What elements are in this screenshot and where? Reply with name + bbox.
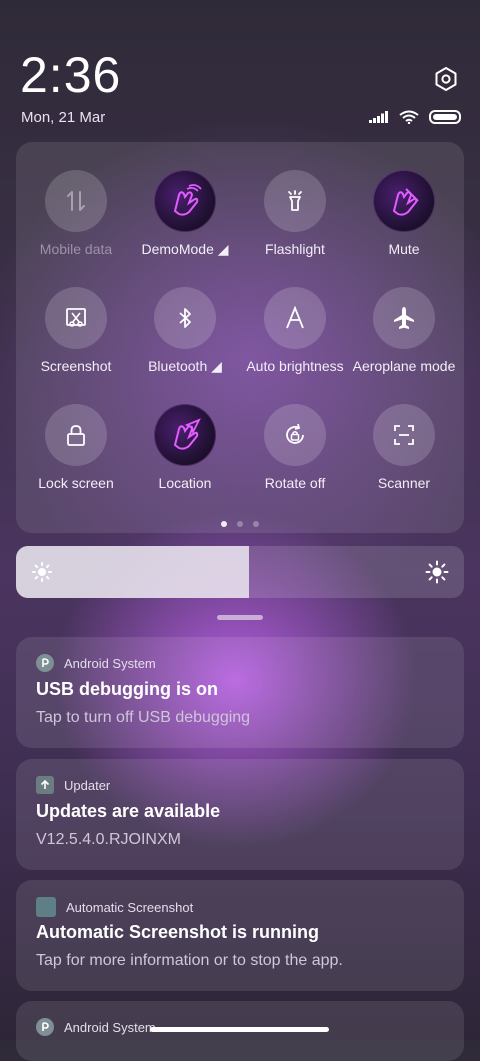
brightness-low-icon (32, 562, 52, 582)
rotate-icon (286, 423, 304, 444)
tile-mute[interactable]: Mute (349, 170, 459, 257)
quick-settings-panel: Mobile data DemoMode ◢ Flashlight Mute S… (16, 142, 464, 533)
tile-mobile-data[interactable]: Mobile data (21, 170, 131, 257)
home-gesture-bar[interactable] (150, 1027, 329, 1032)
tile-location[interactable]: Location (130, 404, 240, 491)
scanner-icon (394, 425, 414, 445)
page-dot (237, 521, 243, 527)
tile-label: Scanner (377, 475, 431, 491)
tile-label: Mute (388, 241, 420, 257)
tile-lock-screen[interactable]: Lock screen (21, 404, 131, 491)
android-system-icon (36, 1018, 54, 1036)
notification-automatic-screenshot[interactable]: Automatic Screenshot Automatic Screensho… (16, 880, 464, 991)
mute-icon (392, 188, 419, 216)
status-bar-icons (369, 110, 461, 124)
auto-brightness-icon (286, 305, 304, 329)
tile-screenshot[interactable]: Screenshot (21, 287, 131, 374)
page-dot (253, 521, 259, 527)
tile-label: Mobile data (39, 241, 113, 257)
tile-label: Screenshot (40, 358, 112, 374)
updater-icon (36, 776, 54, 794)
bluetooth-icon (179, 308, 191, 328)
drag-handle[interactable] (217, 615, 263, 620)
flashlight-icon (288, 190, 302, 211)
tile-auto-brightness[interactable]: Auto brightness (240, 287, 350, 374)
notification-title: USB debugging is on (36, 679, 218, 699)
tile-aeroplane-mode[interactable]: Aeroplane mode (349, 287, 459, 374)
notification-app-name: Android System (64, 1019, 156, 1035)
tile-label: Flashlight (265, 241, 325, 257)
tile-label: Location (158, 475, 212, 491)
brightness-high-icon (425, 560, 449, 584)
battery-icon (429, 110, 461, 124)
clock[interactable]: 2:36 (20, 46, 121, 104)
tile-rotate-off[interactable]: Rotate off (240, 404, 350, 491)
tile-demomode[interactable]: DemoMode ◢ (130, 170, 240, 258)
notification-title: Automatic Screenshot is running (36, 922, 320, 942)
page-dot-active (221, 521, 227, 527)
tile-label: Bluetooth ◢ (148, 358, 222, 374)
date[interactable]: Mon, 21 Mar (21, 109, 105, 126)
page-indicator (16, 521, 464, 527)
notification-body: Tap for more information or to stop the … (36, 952, 343, 969)
aeroplane-icon (394, 307, 414, 329)
notification-updater[interactable]: Updater Updates are available V12.5.4.0.… (16, 759, 464, 870)
tile-bluetooth[interactable]: Bluetooth ◢ (130, 287, 240, 375)
screenshot-icon (66, 308, 86, 327)
demomode-icon (173, 184, 202, 216)
settings-icon[interactable] (433, 66, 459, 92)
notification-app-name: Automatic Screenshot (66, 899, 194, 915)
notification-app-name: Updater (64, 777, 111, 793)
android-system-icon (36, 654, 54, 672)
tile-label: Rotate off (264, 475, 326, 491)
automatic-screenshot-icon (36, 897, 56, 917)
notification-body: V12.5.4.0.RJOINXM (36, 831, 181, 848)
notification-app-name: Android System (64, 655, 156, 671)
tile-flashlight[interactable]: Flashlight (240, 170, 350, 257)
signal-icon (369, 111, 388, 123)
tile-scanner[interactable]: Scanner (349, 404, 459, 491)
tile-label: Aeroplane mode (352, 358, 456, 374)
notification-usb-debugging[interactable]: Android System USB debugging is on Tap t… (16, 637, 464, 748)
wifi-icon (399, 110, 419, 124)
lock-icon (67, 425, 85, 446)
location-icon (173, 418, 201, 450)
notification-title: Updates are available (36, 801, 221, 821)
tile-label: Auto brightness (246, 358, 344, 374)
brightness-slider[interactable] (16, 546, 464, 598)
tile-label: Lock screen (38, 475, 114, 491)
tile-label: DemoMode ◢ (141, 241, 229, 257)
mobile-data-icon (67, 191, 85, 211)
notification-body: Tap to turn off USB debugging (36, 709, 251, 726)
